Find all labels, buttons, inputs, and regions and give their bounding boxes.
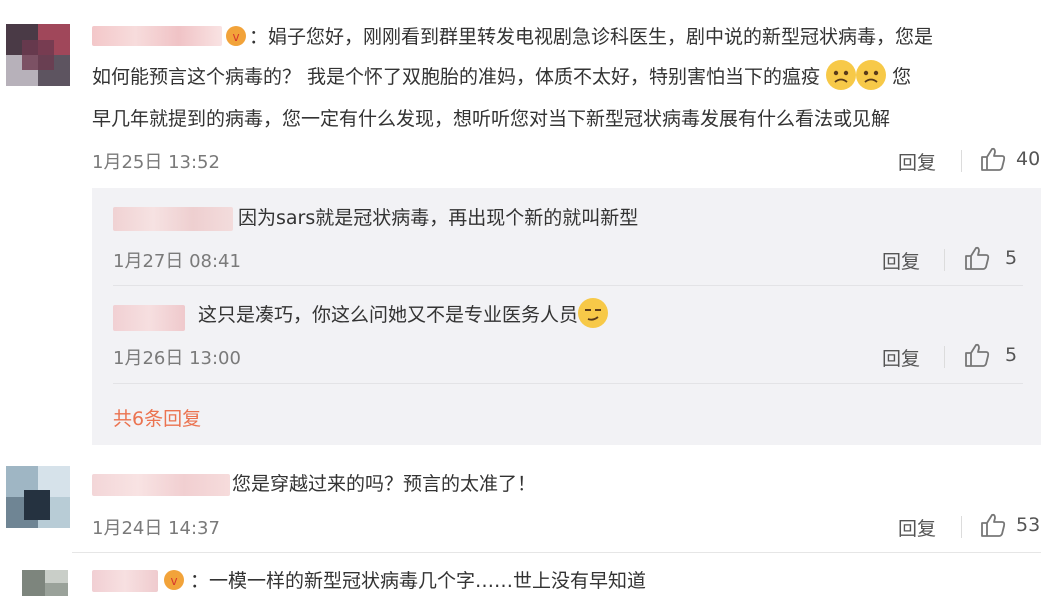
reply-text: 因为sars就是冠状病毒，再出现个新的就叫新型 (238, 207, 639, 229)
username[interactable] (113, 305, 185, 331)
more-replies-link[interactable]: 共6条回复 (113, 404, 201, 431)
svg-text:v: v (232, 30, 239, 44)
like-icon[interactable] (964, 343, 990, 367)
comment-text: ：一模一样的新型冠状病毒几个字……世上没有早知道 (190, 570, 647, 592)
comment-divider (72, 552, 1041, 553)
svg-text:v: v (170, 574, 177, 588)
divider (944, 346, 945, 368)
reply-time: 1月26日 13:00 (113, 348, 241, 369)
vip-badge-icon: v (162, 566, 186, 596)
comment-time: 1月24日 14:37 (92, 518, 220, 539)
username[interactable] (92, 474, 230, 496)
comment-text: 您是穿越过来的吗？预言的太准了！ (232, 473, 537, 495)
sad-face-icon (826, 59, 857, 90)
avatar[interactable] (6, 466, 70, 528)
avatar[interactable] (22, 570, 68, 596)
avatar[interactable] (6, 24, 70, 86)
like-icon[interactable] (980, 513, 1006, 537)
divider (944, 249, 945, 271)
reply-button[interactable]: 回复 (882, 247, 920, 274)
like-count: 5 (1005, 344, 1018, 366)
reply-divider (113, 383, 1023, 384)
reply-button[interactable]: 回复 (898, 514, 936, 541)
like-count: 5 (1005, 247, 1018, 269)
like-icon[interactable] (980, 147, 1006, 171)
divider (961, 516, 962, 538)
like-count: 53 (1016, 514, 1041, 536)
comment-text-line: 早几年就提到的病毒，您一定有什么发现，想听听您对当下新型冠状病毒发展有什么看法或… (92, 108, 891, 130)
reply-text: 这只是凑巧，你这么问她又不是专业医务人员 (198, 295, 609, 335)
divider (961, 150, 962, 172)
comment-time: 1月25日 13:52 (92, 152, 220, 173)
reply-button[interactable]: 回复 (882, 344, 920, 371)
reply-divider (113, 285, 1023, 286)
comment-text-line: 如何能预言这个病毒的？ 我是个怀了双胞胎的准妈，体质不太好，特别害怕当下的瘟疫 … (92, 57, 911, 97)
smirk-face-icon (578, 297, 609, 328)
reply-button[interactable]: 回复 (898, 148, 936, 175)
like-count: 40 (1016, 148, 1041, 170)
username[interactable] (92, 26, 222, 46)
username[interactable] (113, 207, 233, 231)
reply-time: 1月27日 08:41 (113, 251, 241, 272)
username[interactable] (92, 570, 158, 592)
comment-text-line: ：娟子您好，刚刚看到群里转发电视剧急诊科医生，剧中说的新型冠状病毒，您是 (249, 26, 934, 48)
like-icon[interactable] (964, 246, 990, 270)
vip-badge-icon: v (224, 22, 248, 52)
sad-face-icon (856, 59, 887, 90)
